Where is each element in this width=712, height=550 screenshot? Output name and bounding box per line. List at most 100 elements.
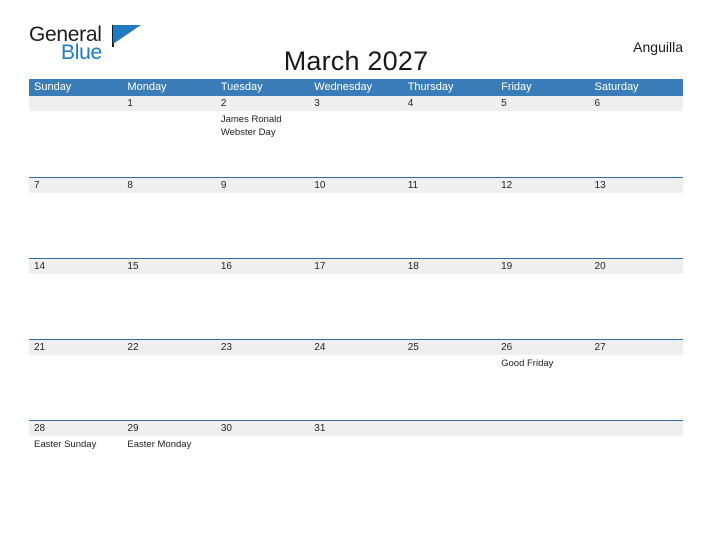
day-events (403, 111, 496, 114)
day-cell[interactable]: 9 (215, 178, 310, 258)
day-events (496, 274, 589, 277)
day-cell[interactable]: 31 (309, 421, 403, 490)
day-events (309, 193, 402, 196)
day-events (496, 436, 589, 439)
day-cell-empty (29, 96, 123, 177)
day-events (403, 436, 496, 439)
day-number: 24 (309, 340, 403, 355)
day-events (590, 274, 683, 277)
day-number: 31 (309, 421, 403, 436)
weekday-header-friday: Friday (501, 81, 532, 93)
day-events (403, 193, 496, 196)
day-events (122, 193, 215, 196)
weekday-header-thursday: Thursday (407, 81, 454, 93)
day-cell[interactable]: 3 (309, 96, 403, 177)
day-cell[interactable]: 25 (402, 340, 497, 420)
day-cell[interactable]: 30 (215, 421, 310, 490)
calendar-week-row: 28 Easter Sunday 29 Easter Monday 30 31 (29, 420, 683, 490)
day-cell[interactable]: 17 (309, 259, 403, 339)
day-number: 18 (402, 259, 497, 274)
day-number: 28 (29, 421, 123, 436)
day-cell[interactable]: 23 (215, 340, 310, 420)
day-cell[interactable]: 1 (122, 96, 216, 177)
day-cell[interactable]: 24 (309, 340, 403, 420)
day-cell[interactable]: 28 Easter Sunday (29, 421, 123, 490)
day-cell[interactable]: 8 (122, 178, 216, 258)
day-cell-empty (589, 421, 683, 490)
calendar-weeks: 1 2 James Ronald Webster Day 3 4 5 6 7 8 9 10 11 12 1… (29, 96, 683, 490)
day-events (309, 111, 402, 114)
day-number: 8 (122, 178, 216, 193)
day-events (403, 355, 496, 358)
day-number: 15 (122, 259, 216, 274)
day-cell[interactable]: 20 (589, 259, 683, 339)
day-number: 22 (122, 340, 216, 355)
day-events (216, 193, 309, 196)
day-cell[interactable]: 18 (402, 259, 497, 339)
day-number: 9 (215, 178, 310, 193)
day-events (309, 274, 402, 277)
calendar-week-row: 7 8 9 10 11 12 13 (29, 177, 683, 258)
day-events (403, 274, 496, 277)
day-number: 7 (29, 178, 123, 193)
day-cell[interactable]: 27 (589, 340, 683, 420)
day-events (590, 436, 683, 439)
day-number: 27 (589, 340, 683, 355)
day-events (29, 193, 122, 196)
day-cell[interactable]: 13 (589, 178, 683, 258)
day-number: 3 (309, 96, 403, 111)
weekday-header-monday: Monday (127, 81, 167, 93)
day-cell[interactable]: 21 (29, 340, 123, 420)
day-cell[interactable]: 14 (29, 259, 123, 339)
day-cell[interactable]: 11 (402, 178, 497, 258)
holiday-event-label: Good Friday (501, 358, 554, 369)
day-number: 5 (496, 96, 590, 111)
holiday-event-label: James Ronald Webster Day (220, 114, 282, 138)
day-number: 1 (122, 96, 216, 111)
day-number (496, 421, 590, 436)
page-title: March 2027 (283, 46, 429, 77)
day-events (590, 111, 683, 114)
day-number (29, 96, 123, 111)
day-number: 20 (589, 259, 683, 274)
day-events (590, 355, 683, 358)
calendar-page: General Blue March 2027 Anguilla Sunday … (0, 0, 712, 550)
day-cell[interactable]: 10 (309, 178, 403, 258)
day-cell-empty (496, 421, 590, 490)
day-cell[interactable]: 12 (496, 178, 590, 258)
day-events (29, 111, 122, 114)
blue-flag-triangle-icon (113, 25, 141, 44)
day-number: 21 (29, 340, 123, 355)
day-cell[interactable]: 15 (122, 259, 216, 339)
day-events (29, 274, 122, 277)
day-number: 6 (589, 96, 683, 111)
day-number: 13 (589, 178, 683, 193)
day-cell[interactable]: 2 James Ronald Webster Day (215, 96, 310, 177)
holiday-event-label: Easter Sunday (34, 439, 97, 450)
day-number: 17 (309, 259, 403, 274)
day-number: 19 (496, 259, 590, 274)
weekday-header-sunday: Sunday (34, 81, 72, 93)
day-events (216, 274, 309, 277)
holiday-event-label: Easter Monday (127, 439, 192, 450)
day-cell[interactable]: 7 (29, 178, 123, 258)
day-cell[interactable]: 19 (496, 259, 590, 339)
day-events (122, 111, 215, 114)
day-cell[interactable]: 29 Easter Monday (122, 421, 216, 490)
day-cell[interactable]: 16 (215, 259, 310, 339)
day-number: 26 (496, 340, 590, 355)
day-number: 16 (215, 259, 310, 274)
day-cell[interactable]: 26 Good Friday (496, 340, 590, 420)
day-number: 29 (122, 421, 216, 436)
day-cell[interactable]: 6 (589, 96, 683, 177)
month-calendar-grid: Sunday Monday Tuesday Wednesday Thursday… (29, 79, 683, 490)
day-events (309, 436, 402, 439)
day-cell[interactable]: 4 (402, 96, 497, 177)
day-cell[interactable]: 22 (122, 340, 216, 420)
day-events: James Ronald Webster Day (216, 111, 309, 139)
day-cell[interactable]: 5 (496, 96, 590, 177)
day-events (309, 355, 402, 358)
day-events (216, 355, 309, 358)
day-events (29, 355, 122, 358)
day-number (589, 421, 683, 436)
